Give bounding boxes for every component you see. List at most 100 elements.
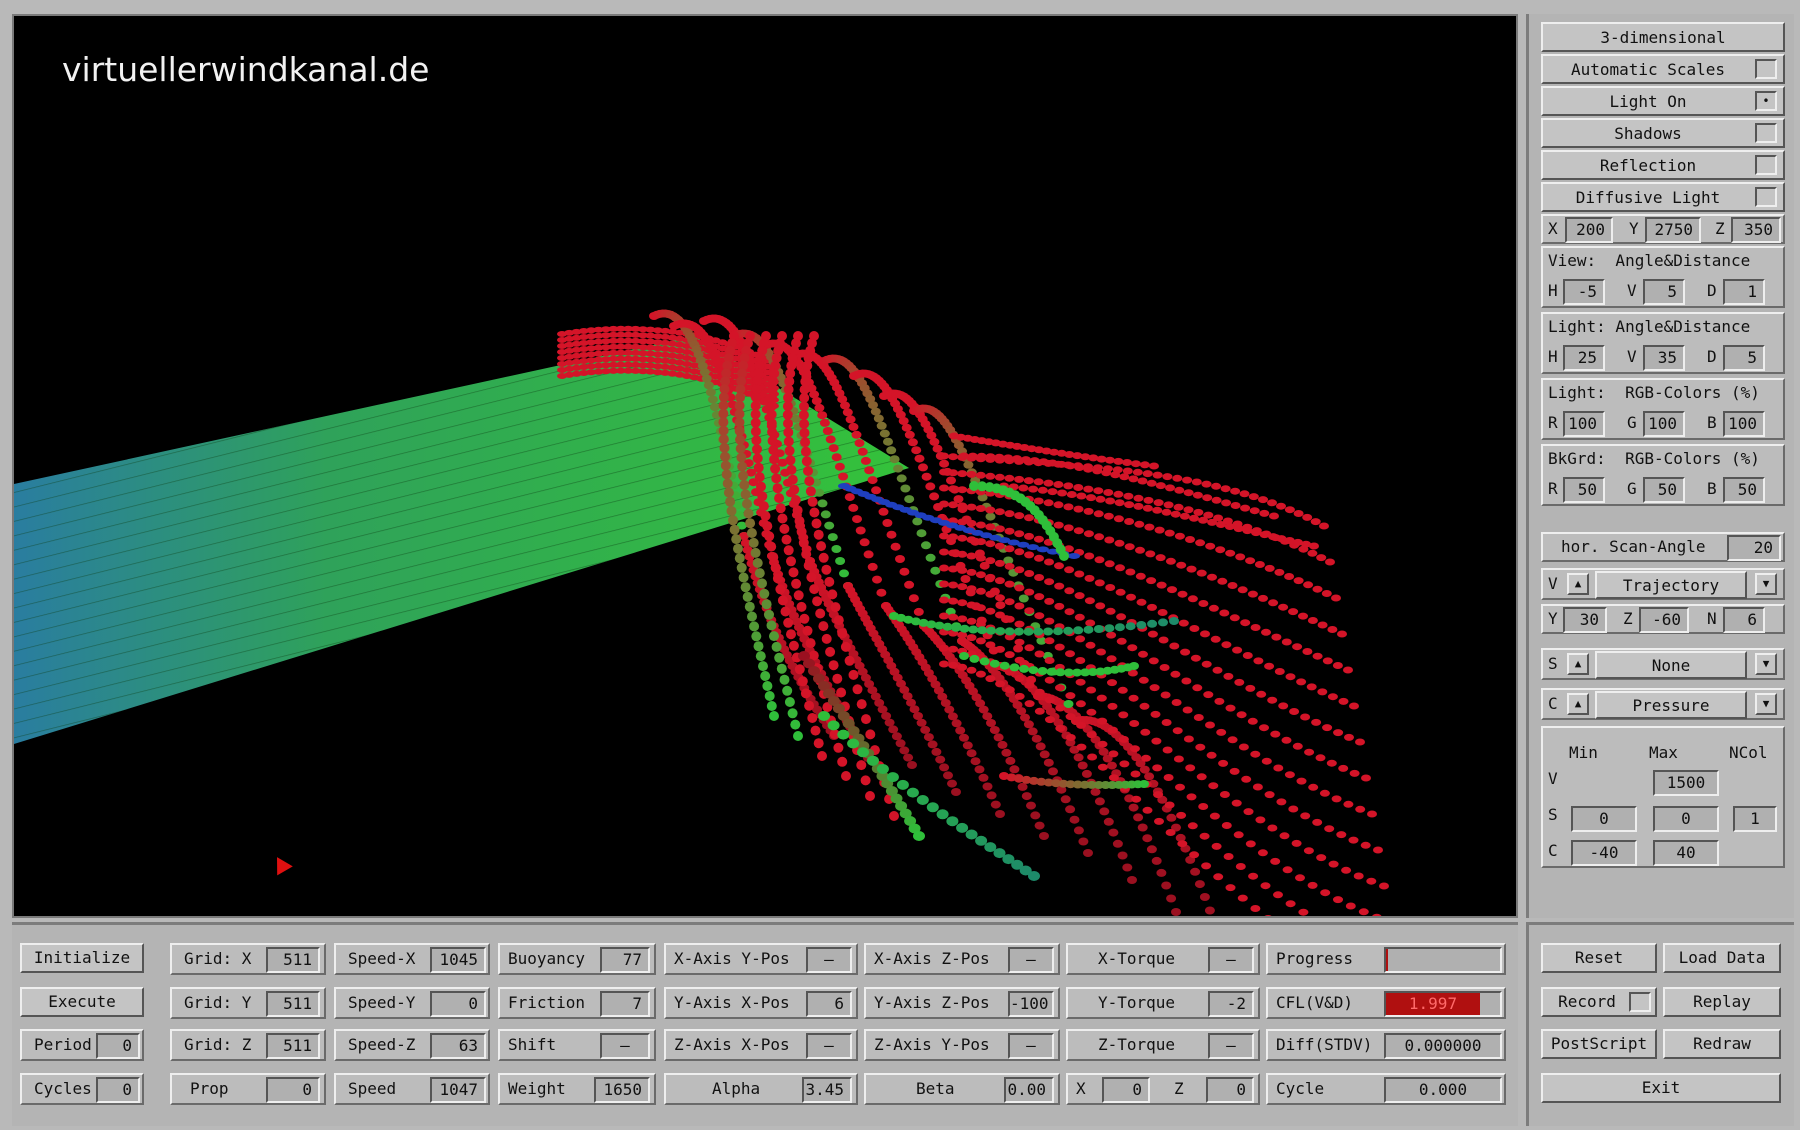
cycles-field[interactable]: 0 [96,1077,140,1103]
light-on-toggle[interactable]: Light On [1541,86,1785,116]
initialize-button[interactable]: Initialize [20,943,144,973]
trajectory-particle [1154,526,1165,534]
trajectory-particle [975,554,986,562]
x-axis-z-pos-field[interactable]: — [1008,947,1054,973]
period-field[interactable]: 0 [96,1033,140,1059]
shift-field[interactable]: — [600,1033,650,1059]
trajectory-particle [799,613,810,624]
beta-field[interactable]: 0.00 [1004,1077,1054,1103]
friction-field[interactable]: 7 [600,991,650,1017]
trajectory-particle [1250,624,1261,631]
v-up-arrow-icon[interactable]: ▲ [1567,573,1589,595]
s-up-arrow-icon[interactable]: ▲ [1567,653,1589,675]
speed-field[interactable]: 1047 [430,1077,486,1103]
trajectory-particle [975,571,986,579]
trajectory-particle [852,684,863,695]
x-axis-z-pos-group: X-Axis Z-Pos — [864,943,1060,975]
x-torque-field[interactable]: — [1208,947,1254,973]
bkgrd-r-field[interactable]: 50 [1563,477,1605,503]
shadows-checkbox[interactable] [1755,123,1777,143]
load-data-button[interactable]: Load Data [1663,943,1781,973]
speed-y-field[interactable]: 0 [430,991,486,1017]
exit-button[interactable]: Exit [1541,1073,1781,1103]
scales-c-min-field[interactable]: -40 [1571,840,1637,866]
grid-z-field[interactable]: 511 [266,1033,320,1059]
trajectory-particle [752,453,763,464]
traj-y-field[interactable]: 30 [1563,607,1607,633]
c-selector-dropdown[interactable]: Pressure [1595,691,1747,719]
grid-x-field[interactable]: 511 [266,947,320,973]
reflection-toggle[interactable]: Reflection [1541,150,1785,180]
trajectory-particle [916,795,929,805]
trajectory-particle [1201,862,1212,870]
alpha-field[interactable]: 3.45 [802,1077,852,1103]
s-dropdown-arrow-icon[interactable]: ▼ [1755,653,1777,675]
light-v-field[interactable]: 35 [1643,345,1685,371]
traj-n-field[interactable]: 6 [1723,607,1765,633]
prop-field[interactable]: 0 [266,1077,320,1103]
y-torque-field[interactable]: -2 [1208,991,1254,1017]
scan-angle-field[interactable]: 20 [1727,535,1781,561]
s-selector-dropdown[interactable]: None [1595,651,1747,679]
scales-s-min-field[interactable]: 0 [1571,806,1637,832]
traj-z-field[interactable]: -60 [1639,607,1689,633]
y-axis-z-pos-field[interactable]: -100 [1008,991,1054,1017]
scales-s-ncol-field[interactable]: 1 [1733,806,1777,832]
z-axis-y-pos-field[interactable]: — [1008,1033,1054,1059]
v-dropdown-arrow-icon[interactable]: ▼ [1755,573,1777,595]
diffusive-light-checkbox[interactable] [1755,187,1777,207]
replay-button[interactable]: Replay [1663,987,1781,1017]
speed-x-field[interactable]: 1045 [430,947,486,973]
light-h-field[interactable]: 25 [1563,345,1605,371]
postscript-button[interactable]: PostScript [1541,1029,1657,1059]
y-axis-x-pos-field[interactable]: 6 [806,991,852,1017]
trajectory-particle [1018,484,1029,492]
light-d-field[interactable]: 5 [1723,345,1765,371]
scales-s-max-field[interactable]: 0 [1653,806,1719,832]
view-d-field[interactable]: 1 [1723,279,1765,305]
light-on-checkbox[interactable]: • [1755,91,1777,111]
record-checkbox[interactable] [1629,992,1651,1012]
view-h-field[interactable]: -5 [1563,279,1605,305]
buoyancy-field[interactable]: 77 [600,947,650,973]
shift-group: Shift — [498,1029,656,1061]
3-dimensional-button[interactable]: 3-dimensional [1541,22,1785,52]
bkgrd-g-field[interactable]: 50 [1643,477,1685,503]
speed-z-field[interactable]: 63 [430,1033,486,1059]
pos-z-field[interactable]: 350 [1731,217,1781,243]
reflection-checkbox[interactable] [1755,155,1777,175]
pos-y-field[interactable]: 2750 [1645,217,1701,243]
weight-label: Weight [508,1079,566,1098]
v-selector-dropdown[interactable]: Trajectory [1595,571,1747,599]
view-v-field[interactable]: 5 [1643,279,1685,305]
x-axis-y-pos-field[interactable]: — [806,947,852,973]
bottom-z-field[interactable]: 0 [1206,1077,1254,1103]
grid-y-field[interactable]: 511 [266,991,320,1017]
trajectory-particle [1240,504,1251,512]
trajectory-particle [912,517,923,526]
light-b-field[interactable]: 100 [1723,411,1765,437]
trajectory-particle [817,751,827,761]
pos-x-field[interactable]: 200 [1565,217,1613,243]
automatic-scales-checkbox[interactable] [1755,59,1777,79]
weight-field[interactable]: 1650 [594,1077,650,1103]
scales-v-max-field[interactable]: 1500 [1653,770,1719,796]
c-up-arrow-icon[interactable]: ▲ [1567,693,1589,715]
reset-button[interactable]: Reset [1541,943,1657,973]
scales-c-max-field[interactable]: 40 [1653,840,1719,866]
diffusive-light-toggle[interactable]: Diffusive Light [1541,182,1785,212]
redraw-button[interactable]: Redraw [1663,1029,1781,1059]
trajectory-particle [1152,506,1163,514]
execute-button[interactable]: Execute [20,987,144,1017]
light-r-field[interactable]: 100 [1563,411,1605,437]
trajectory-particle [1204,906,1215,915]
bkgrd-b-field[interactable]: 50 [1723,477,1765,503]
z-axis-x-pos-field[interactable]: — [806,1033,852,1059]
shadows-toggle[interactable]: Shadows [1541,118,1785,148]
light-g-field[interactable]: 100 [1643,411,1685,437]
automatic-scales-toggle[interactable]: Automatic Scales [1541,54,1785,84]
viewport-3d[interactable]: virtuellerwindkanal.de [12,14,1518,918]
z-torque-field[interactable]: — [1208,1033,1254,1059]
c-dropdown-arrow-icon[interactable]: ▼ [1755,693,1777,715]
bottom-x-field[interactable]: 0 [1102,1077,1150,1103]
